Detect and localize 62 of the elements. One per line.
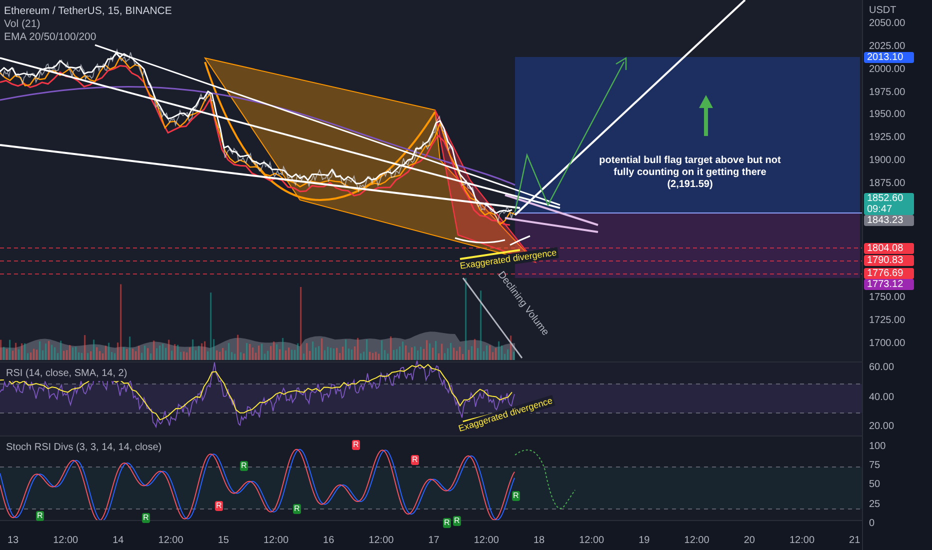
annotation-note: potential bull flag target above but not fully counting on it getting there (2,191.59) <box>598 155 782 191</box>
price-badge: 2013.10 <box>864 52 914 64</box>
chart-title: Ethereum / TetherUS, 15, BINANCE <box>4 5 172 18</box>
rsi-tick: 20.00 <box>869 421 894 433</box>
projection-line <box>514 450 576 509</box>
time-tick: 12:00 <box>684 535 710 547</box>
price-tick: 1875.00 <box>869 178 906 190</box>
stoch-tick: 50 <box>869 479 880 492</box>
divergence-marker: R <box>215 501 223 511</box>
price-tick: 1700.00 <box>869 338 906 350</box>
stoch-tick: 0 <box>869 518 875 530</box>
up-arrow-icon <box>699 95 713 136</box>
time-tick: 14 <box>112 535 124 547</box>
divergence-marker: R <box>443 518 451 528</box>
indicator-label[interactable]: Stoch RSI Divs (3, 3, 14, 14, close) <box>4 440 164 455</box>
currency-label: USDT <box>869 4 896 18</box>
time-tick: 16 <box>323 535 334 547</box>
divergence-marker: R <box>240 461 248 471</box>
time-tick: 15 <box>218 535 229 547</box>
divergence-marker: R <box>142 513 150 523</box>
divergence-marker: R <box>411 455 419 465</box>
divergence-marker: R <box>352 440 360 450</box>
price-tick: 1900.00 <box>869 155 906 168</box>
time-tick: 13 <box>7 535 19 547</box>
divergence-marker: R <box>36 511 44 521</box>
price-tick: 2000.00 <box>869 64 906 76</box>
price-tick: 2050.00 <box>869 18 906 30</box>
price-tick: 1975.00 <box>869 86 906 99</box>
time-tick: 12:00 <box>474 535 499 547</box>
divergence-marker: R <box>293 504 301 514</box>
time-tick: 12:00 <box>53 535 78 547</box>
price-badge: 1773.12 <box>864 279 914 290</box>
price-tick: 1750.00 <box>869 292 906 304</box>
stoch-tick: 75 <box>869 460 880 472</box>
divergence-marker: R <box>453 516 461 526</box>
time-tick: 12:00 <box>579 535 604 547</box>
time-tick: 19 <box>638 535 650 547</box>
rsi-tick: 40.00 <box>869 392 894 404</box>
time-tick: 12:00 <box>158 535 184 547</box>
time-tick: 12:00 <box>789 535 815 547</box>
indicator-label[interactable]: RSI (14, close, SMA, 14, 2) <box>4 366 130 381</box>
price-badge: 1804.08 <box>864 243 914 254</box>
time-tick: 20 <box>744 535 755 547</box>
indicator-label[interactable]: EMA 20/50/100/200 <box>4 31 172 44</box>
time-tick: 18 <box>533 535 545 547</box>
divergence-marker: R <box>512 491 520 501</box>
price-badge: 1776.69 <box>864 268 914 280</box>
stoch-tick: 25 <box>869 498 880 511</box>
price-tick: 1950.00 <box>869 109 906 122</box>
price-badge: 1852.60 09:47 <box>864 193 914 216</box>
time-tick: 12:00 <box>263 535 289 547</box>
rsi-tick: 60.00 <box>869 362 894 374</box>
time-tick: 21 <box>849 535 860 547</box>
indicator-label[interactable]: Vol (21) <box>4 18 172 31</box>
price-tick: 1725.00 <box>869 315 906 328</box>
time-tick: 17 <box>428 535 440 547</box>
stoch-tick: 100 <box>869 441 886 453</box>
price-tick: 2025.00 <box>869 40 906 53</box>
price-badge: 1790.83 <box>864 255 914 266</box>
time-tick: 12:00 <box>368 535 394 547</box>
price-badge: 1843.23 <box>864 215 914 226</box>
price-tick: 1925.00 <box>869 132 906 144</box>
